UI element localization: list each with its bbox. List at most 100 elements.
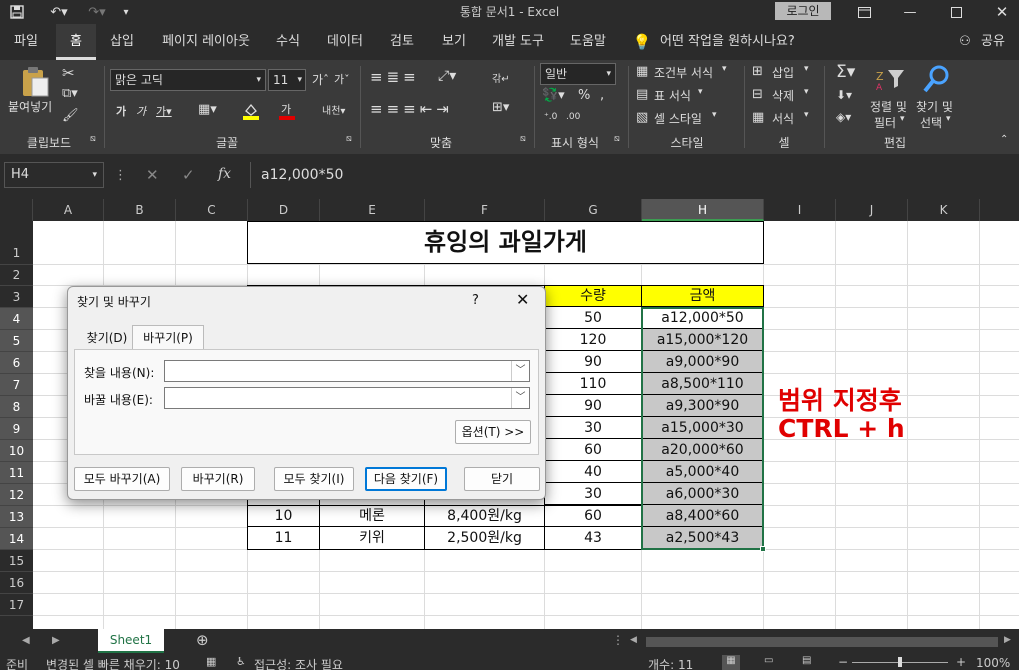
find-select-icon[interactable] [922,64,950,94]
price-cell[interactable]: 8,400원/kg [425,506,544,527]
font-launcher-icon[interactable]: ⧅ [346,134,352,144]
column-header[interactable]: B [104,199,176,221]
column-header[interactable]: E [320,199,425,221]
column-header[interactable]: K [908,199,980,221]
tab-file[interactable]: 파일 [6,24,46,60]
quantity-cell[interactable]: 43 [545,528,641,549]
tab-data[interactable]: 데이터 [320,24,370,60]
tab-home[interactable]: 홈 [56,24,96,60]
fill-color-icon[interactable] [242,102,260,120]
tab-view[interactable]: 보기 [434,24,474,60]
add-sheet-icon[interactable]: ⊕ [196,631,209,649]
fruit-name-cell[interactable]: 키위 [320,528,424,549]
find-next-button[interactable]: 다음 찾기(F) [365,467,447,491]
quantity-cell[interactable]: 90 [545,352,641,373]
tab-page-layout[interactable]: 페이지 레이아웃 [154,24,258,60]
select-all-corner[interactable] [0,199,33,221]
number-launcher-icon[interactable]: ⧅ [614,134,620,144]
vertical-align-icons[interactable]: ≡≣≡ [370,68,420,86]
clear-icon[interactable]: ◈▾ [836,110,851,124]
row-header[interactable]: 3 [0,286,33,308]
prev-sheet-icon[interactable]: ◀ [22,635,30,646]
accounting-format-icon[interactable]: 💱▾ [542,88,565,103]
login-button[interactable]: 로그인 [775,2,831,20]
cancel-entry-icon[interactable]: ✕ [146,166,159,184]
minimize-icon[interactable]: — [898,0,922,24]
format-cells-button[interactable]: 서식 [772,110,794,127]
row-header[interactable]: 11 [0,462,33,484]
price-cell[interactable]: 2,500원/kg [425,528,544,549]
horizontal-align-icons[interactable]: ≡≡≡⇤⇥ [370,100,453,118]
row-header[interactable]: 13 [0,506,33,528]
tab-developer[interactable]: 개발 도구 [484,24,552,60]
table-format-button[interactable]: 표 서식 [654,87,691,104]
font-color-icon[interactable]: 가 [278,102,296,120]
scroll-right-icon[interactable]: ▶ [1004,635,1011,645]
quantity-cell[interactable]: 120 [545,330,641,351]
maximize-icon[interactable] [944,0,968,24]
row-header[interactable]: 5 [0,330,33,352]
scroll-left-icon[interactable]: ◀ [630,635,637,645]
chevron-down-icon[interactable]: ﹀ [511,361,529,381]
page-layout-view-icon[interactable]: ▭ [764,655,773,666]
column-header[interactable]: D [248,199,320,221]
column-header[interactable]: I [764,199,836,221]
replace-all-button[interactable]: 모두 바꾸기(A) [74,467,170,491]
header-cell-amount[interactable]: 금액 [642,286,763,307]
status-accessibility[interactable]: 접근성: 조사 필요 [254,656,343,670]
row-header[interactable]: 16 [0,572,33,594]
quantity-cell[interactable]: 60 [545,506,641,527]
row-header[interactable]: 4 [0,308,33,330]
zoom-in-icon[interactable]: + [956,655,966,669]
wrap-text-icon[interactable]: 갂↵ [492,70,510,85]
find-select-label[interactable]: 찾기 및 [916,98,953,115]
close-icon[interactable]: ✕ [516,290,529,309]
merge-center-icon[interactable]: ⊞▾ [492,100,509,115]
cell-style-button[interactable]: 셀 스타일 [654,110,702,127]
close-button[interactable]: 닫기 [464,467,540,491]
enter-entry-icon[interactable]: ✓ [182,166,195,184]
number-cell[interactable]: 11 [248,528,319,549]
row-header[interactable]: 2 [0,265,33,286]
number-format-select[interactable]: 일반 ▾ [540,63,616,85]
tab-replace[interactable]: 바꾸기(P) [132,325,204,350]
row-header[interactable]: 7 [0,374,33,396]
more-options-icon[interactable]: ⋮ [114,168,127,183]
name-box[interactable]: H4 ▾ [4,162,104,188]
row-header[interactable]: 10 [0,440,33,462]
row-header[interactable]: 12 [0,484,33,506]
tab-split-icon[interactable]: ⋮ [612,633,624,647]
ribbon-display-icon[interactable] [852,0,876,24]
zoom-level[interactable]: 100% [976,656,1010,670]
quantity-cell[interactable]: 110 [545,374,641,395]
border-icon[interactable]: ▦▾ [198,102,217,117]
replace-with-input[interactable]: ﹀ [164,387,530,409]
insert-cells-button[interactable]: 삽입 [772,64,794,81]
increase-decimal-icon[interactable]: ⁺.0 [544,112,557,122]
share-button[interactable]: 공유 [976,24,1010,60]
paste-icon[interactable] [20,66,50,98]
column-header[interactable]: G [545,199,642,221]
filter-label[interactable]: 필터 [874,114,896,131]
quantity-cell[interactable]: 40 [545,462,641,483]
font-name-select[interactable]: 맑은 고딕 ▾ [110,69,266,91]
collapse-ribbon-icon[interactable]: ⌃ [1000,134,1008,145]
cut-icon[interactable]: ✂ [62,64,75,82]
tab-find[interactable]: 찾기(D) [78,327,136,349]
options-button[interactable]: 옵션(T) >> [455,420,531,444]
tab-insert[interactable]: 삽입 [102,24,142,60]
paste-button-label[interactable]: 붙여넣기 [8,98,52,115]
find-what-input[interactable]: ﹀ [164,360,530,382]
header-cell-quantity[interactable]: 수량 [545,286,641,307]
autosum-icon[interactable]: Σ▾ [836,62,855,82]
sort-filter-label[interactable]: 정렬 및 [870,98,907,115]
underline-icon[interactable]: 가▾ [156,103,172,119]
quantity-cell[interactable]: 30 [545,484,641,505]
comma-icon[interactable]: , [600,88,604,103]
row-header[interactable]: 17 [0,594,33,616]
bold-icon[interactable]: 가 [116,103,126,119]
delete-cells-button[interactable]: 삭제 [772,87,794,104]
zoom-out-icon[interactable]: − [838,655,848,669]
tab-review[interactable]: 검토 [382,24,422,60]
help-icon[interactable]: ? [472,293,479,308]
